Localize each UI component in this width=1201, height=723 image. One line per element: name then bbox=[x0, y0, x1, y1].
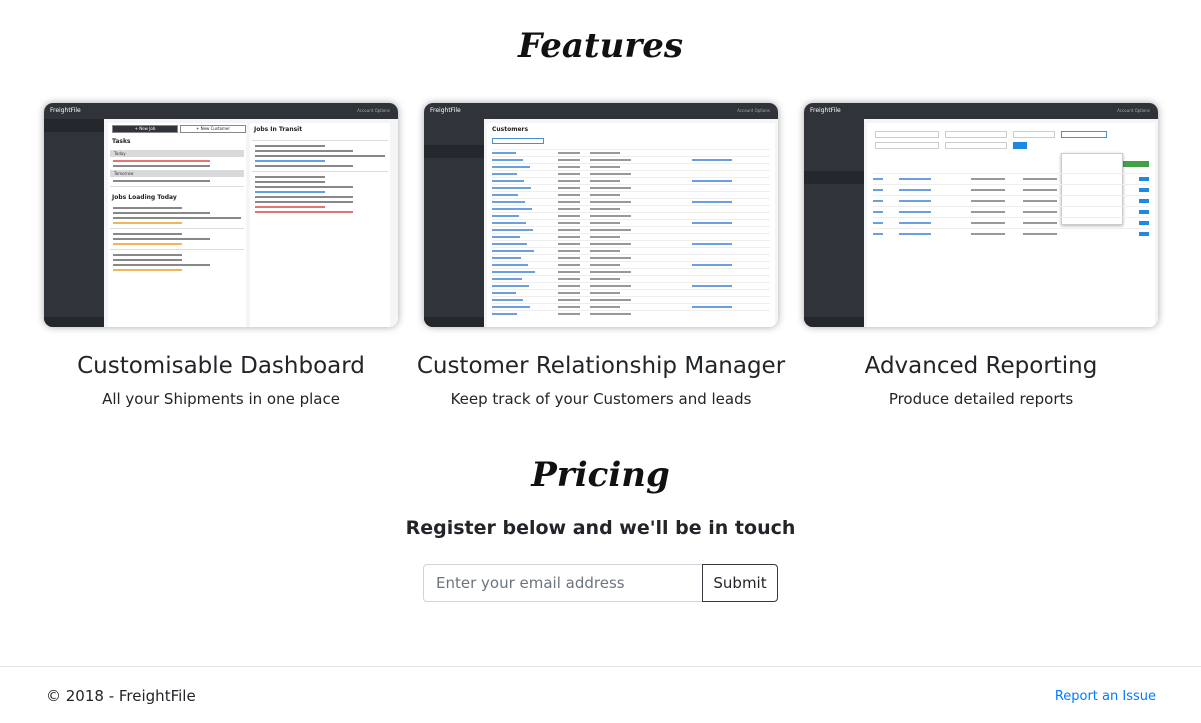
mini-table-row bbox=[492, 282, 770, 289]
crm-screenshot: FreightFile Account Options Customers bbox=[424, 103, 778, 327]
copyright-text: © 2018 - FreightFile bbox=[46, 687, 196, 705]
mini-table-row bbox=[492, 212, 770, 219]
mini-table-row bbox=[492, 149, 770, 156]
mini-table-row bbox=[492, 226, 770, 233]
mini-table-row bbox=[492, 254, 770, 261]
mini-table-row bbox=[492, 275, 770, 282]
mini-table-row bbox=[492, 240, 770, 247]
mini-table-row bbox=[492, 310, 770, 317]
submit-button[interactable]: Submit bbox=[702, 564, 778, 602]
mini-table-row bbox=[492, 233, 770, 240]
mini-table-row bbox=[492, 247, 770, 254]
mini-today-bar: Today bbox=[110, 150, 244, 157]
mini-table-row bbox=[492, 261, 770, 268]
app-logo: FreightFile bbox=[430, 107, 461, 114]
mini-table-row bbox=[492, 156, 770, 163]
mini-customers-title: Customers bbox=[492, 126, 529, 133]
report-issue-link[interactable]: Report an Issue bbox=[1055, 689, 1156, 704]
mini-table-row bbox=[492, 303, 770, 310]
reporting-screenshot: FreightFile Account Options bbox=[804, 103, 1158, 327]
dashboard-screenshot: FreightFile Account Options + New Job + N… bbox=[44, 103, 398, 327]
mini-report-row bbox=[873, 195, 1149, 205]
mini-transit-heading: Jobs In Transit bbox=[254, 126, 303, 133]
mini-table-row bbox=[492, 268, 770, 275]
features-title: Features bbox=[517, 26, 684, 66]
mini-report-row bbox=[873, 173, 1149, 183]
feature-card-crm: FreightFile Account Options Customers Cus… bbox=[417, 103, 785, 408]
mini-table-row bbox=[492, 296, 770, 303]
mini-tasks-heading: Tasks bbox=[112, 138, 131, 145]
mini-report-row bbox=[873, 228, 1149, 238]
mini-report-row bbox=[873, 217, 1149, 227]
email-input[interactable] bbox=[423, 564, 703, 602]
feature-card-reporting: FreightFile Account Options Advanced Repo… bbox=[804, 103, 1158, 408]
feature-heading: Advanced Reporting bbox=[864, 353, 1098, 379]
mini-report-row bbox=[873, 206, 1149, 216]
mini-table-row bbox=[492, 289, 770, 296]
mini-tomorrow-bar: Tomorrow bbox=[110, 170, 244, 177]
footer-divider bbox=[0, 666, 1201, 667]
mini-table-row bbox=[492, 198, 770, 205]
mini-table-row bbox=[492, 177, 770, 184]
mini-new-job-button: + New Job bbox=[112, 125, 178, 133]
feature-subtitle: Produce detailed reports bbox=[888, 390, 1074, 408]
mini-table-row bbox=[492, 219, 770, 226]
app-logo: FreightFile bbox=[50, 107, 81, 114]
mini-jobs-loading-heading: Jobs Loading Today bbox=[112, 194, 177, 201]
mini-new-customer-button: + New Customer bbox=[180, 125, 246, 133]
mini-table-row bbox=[492, 205, 770, 212]
mini-report-row bbox=[873, 184, 1149, 194]
app-logo: FreightFile bbox=[810, 107, 841, 114]
app-top-menu: Account Options bbox=[737, 108, 770, 113]
app-top-menu: Account Options bbox=[1117, 108, 1150, 113]
mini-table-row bbox=[492, 184, 770, 191]
mini-table-row bbox=[492, 163, 770, 170]
mini-table-row bbox=[492, 170, 770, 177]
pricing-subtitle: Register below and we'll be in touch bbox=[405, 517, 796, 539]
feature-card-dashboard: FreightFile Account Options + New Job + N… bbox=[44, 103, 398, 408]
mini-search-box bbox=[492, 138, 544, 144]
mini-table-row bbox=[492, 191, 770, 198]
app-top-menu: Account Options bbox=[357, 108, 390, 113]
pricing-title: Pricing bbox=[531, 455, 670, 495]
